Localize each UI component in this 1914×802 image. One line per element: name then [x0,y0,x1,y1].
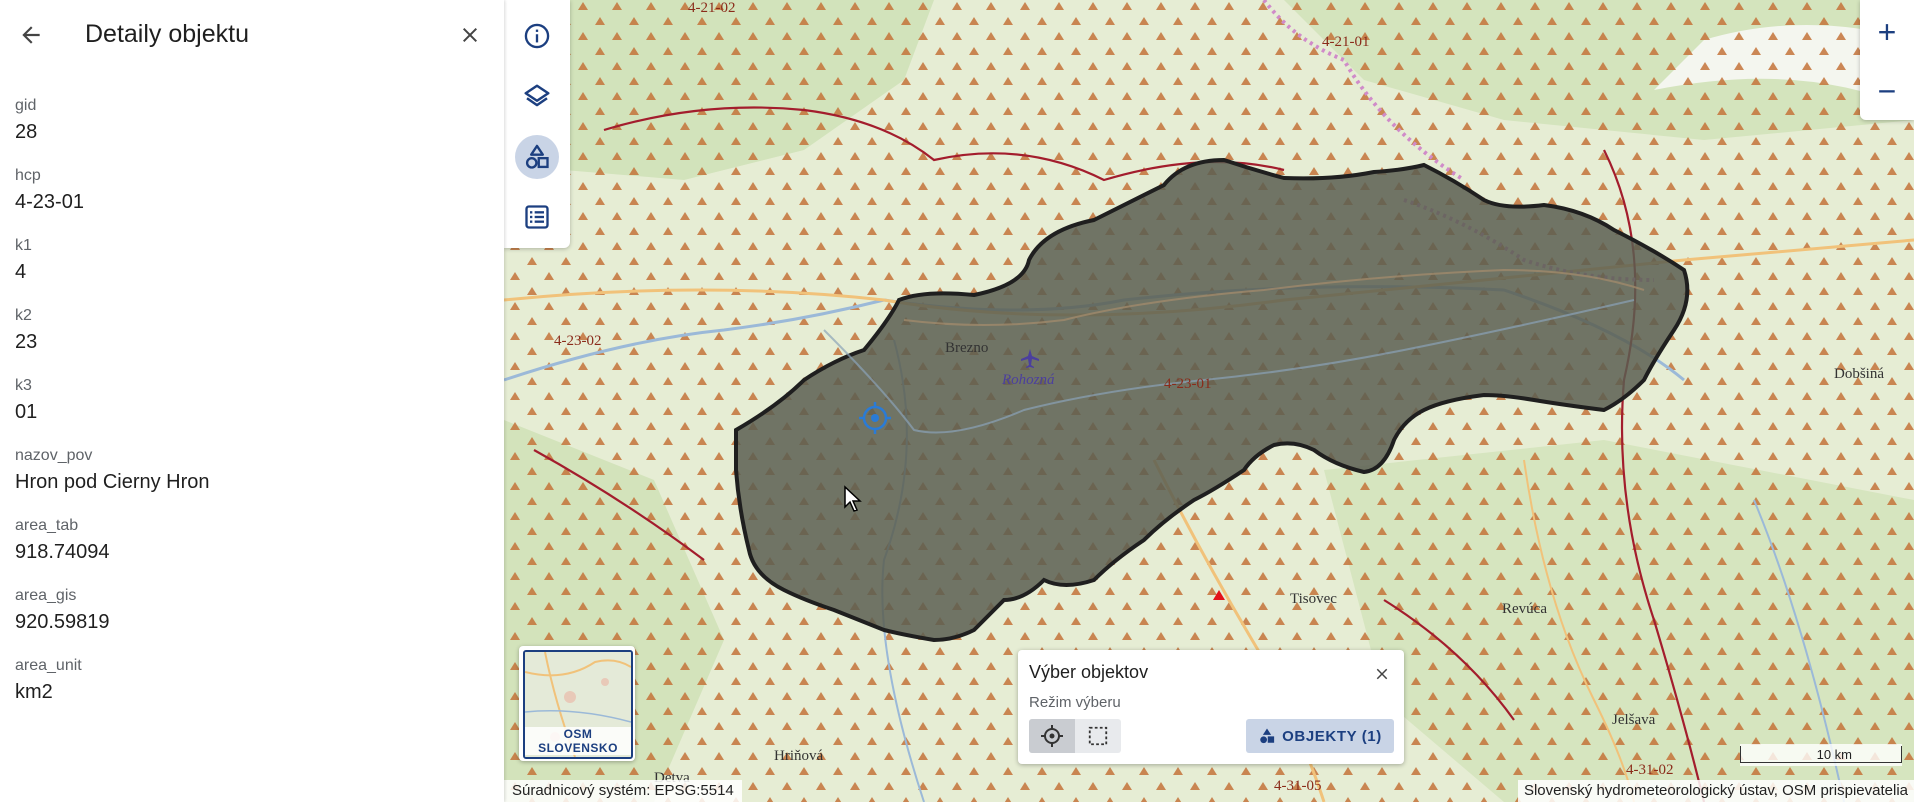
basemap-label: OSM SLOVENSKO [525,727,631,755]
town-label: Hriňová [774,748,824,764]
property-value: 920.59819 [15,611,110,633]
scale-bar: 10 km [1740,744,1902,766]
property-value: 01 [15,401,38,423]
town-label: Tisovec [1290,591,1337,607]
layers-button[interactable] [515,75,559,119]
attribution-label: Slovenský hydrometeorologický ústav, OSM… [1517,780,1914,802]
property-key: hcp [15,167,41,184]
town-label: Rohozná [1002,372,1055,388]
property-key: area_gis [15,587,77,604]
panel-header: Detaily objektu [0,0,504,70]
basemap-switcher[interactable]: OSM SLOVENSKO [519,646,635,761]
zoom-out-button[interactable]: − [1860,62,1914,120]
catchment-label: 4-23-02 [554,333,602,349]
object-details-panel: Detaily objektu gid 28 hcp 4-23-01 k1 4 … [0,0,504,802]
property-key: k1 [15,237,32,254]
property-key: k3 [15,377,32,394]
shapes-icon [1260,728,1275,744]
property-key: area_unit [15,657,82,674]
close-panel-button[interactable] [450,15,490,55]
point-select-button[interactable] [1029,719,1075,753]
property-value: 28 [15,121,38,143]
property-key: nazov_pov [15,447,93,464]
catchment-label: 4-23-01 [1164,376,1212,392]
property-gid: gid 28 [15,97,37,144]
property-area-tab: area_tab 918.74094 [15,517,110,564]
property-hcp: hcp 4-23-01 [15,167,84,214]
selection-title: Výber objektov [1029,662,1149,682]
property-k1: k1 4 [15,237,32,284]
info-button[interactable] [515,14,559,58]
property-value: km2 [15,681,53,703]
crosshair-icon [1041,725,1063,747]
map-toolbar [504,0,570,248]
close-icon [1376,668,1388,680]
list-button[interactable] [515,195,559,239]
selection-mode-label: Režim výberu [1029,694,1121,711]
property-value: 4-23-01 [15,191,84,213]
select-objects-button[interactable] [515,135,559,179]
close-icon [463,28,477,42]
dashed-rectangle-icon [1088,726,1108,746]
property-area-unit: area_unit km2 [15,657,82,704]
property-value: 918.74094 [15,541,110,563]
shapes-icon [525,144,549,169]
property-value: 4 [15,261,27,283]
coordinate-system-label: Súradnicový systém: EPSG:5514 [504,780,742,802]
property-k2: k2 23 [15,307,37,354]
property-k3: k3 01 [15,377,37,424]
zoom-in-button[interactable]: + [1860,3,1914,61]
back-button[interactable] [11,15,51,55]
catchment-label: 4-31-02 [1626,762,1674,778]
objects-button[interactable]: OBJEKTY (1) [1246,719,1394,753]
property-value: 23 [15,331,38,353]
town-label: Jelšava [1612,712,1656,728]
box-select-button[interactable] [1075,719,1121,753]
panel-title: Detaily objektu [85,20,249,48]
zoom-control: + − [1860,0,1914,120]
property-key: area_tab [15,517,79,534]
property-key: k2 [15,307,32,324]
selection-close-button[interactable] [1370,662,1394,686]
town-label: Brezno [945,340,989,356]
info-icon [524,23,550,49]
arrow-left-icon [22,26,40,44]
town-label: Revúca [1502,601,1547,617]
property-key: gid [15,97,37,114]
property-nazov-pov: nazov_pov Hron pod Cierny Hron [15,447,210,494]
property-area-gis: area_gis 920.59819 [15,587,110,634]
catchment-label: 4-21-02 [688,0,736,16]
objects-button-label: OBJEKTY (1) [1282,727,1382,745]
object-selection-popup: Výber objektov Režim výberu OBJEKTY (1) [1018,650,1404,764]
selection-mode-toggle [1029,719,1121,753]
mouse-cursor-icon [844,485,862,512]
property-value: Hron pod Cierny Hron [15,471,210,493]
scale-label: 10 km [1816,747,1852,762]
catchment-label: 4-21-01 [1322,34,1370,50]
town-label: Dobšiná [1834,366,1884,382]
catchment-label: 4-31-05 [1274,778,1322,794]
layers-icon [524,84,550,107]
list-icon [525,205,549,229]
basemap-thumbnail[interactable]: OSM SLOVENSKO [523,650,633,759]
